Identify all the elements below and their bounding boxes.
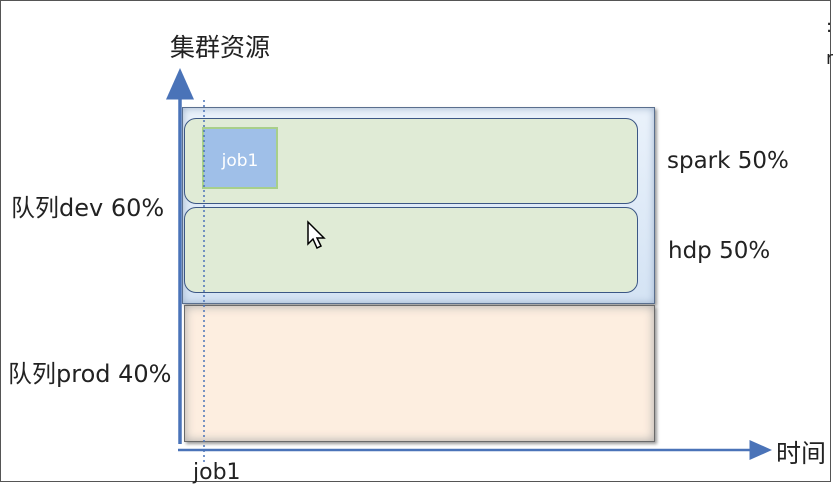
sub-queue-spark-label: spark 50% <box>667 148 789 174</box>
mouse-cursor-icon <box>307 220 326 250</box>
sub-queue-hdp-label: hdp 50% <box>668 238 771 264</box>
job1-axis-label: job1 <box>193 460 241 485</box>
corner-edge-glyph-bottom: r <box>826 48 833 69</box>
queue-dev-label: 队列dev 60% <box>11 194 165 222</box>
corner-edge-glyph-top: : <box>826 16 833 37</box>
queue-prod-label: 队列prod 40% <box>8 360 172 388</box>
